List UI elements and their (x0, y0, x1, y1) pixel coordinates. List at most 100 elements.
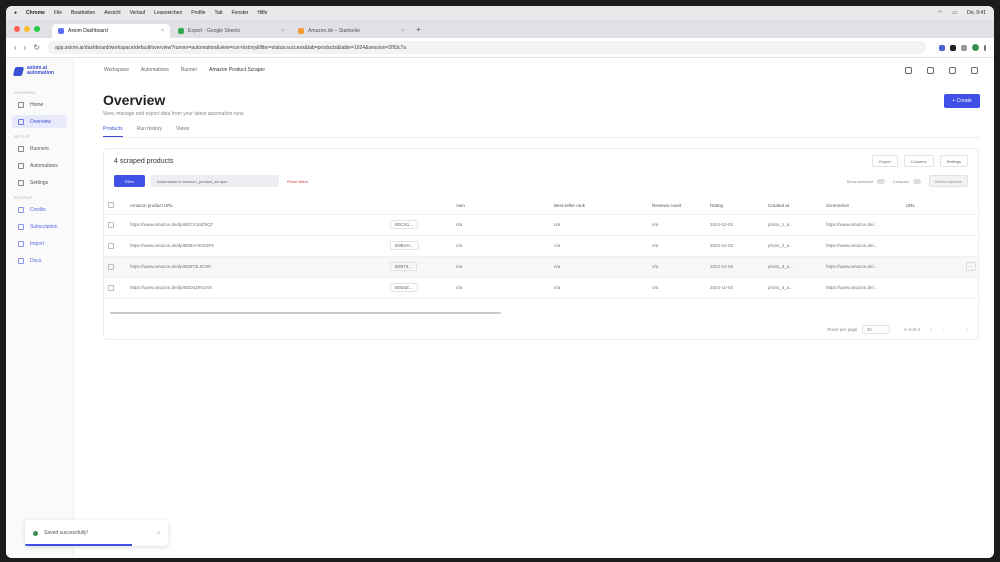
column-header[interactable]: Rating (706, 197, 764, 215)
asin-pill[interactable]: B0BVH... (390, 241, 419, 250)
breadcrumb-item[interactable]: Runner (181, 67, 197, 73)
close-tab-icon[interactable]: × (281, 28, 284, 34)
new-tab-icon[interactable]: + (416, 25, 421, 34)
table-row[interactable]: https://www.amazon.de/dp/B0CX1MZ9Q7 B0CX… (104, 214, 980, 236)
cell-url[interactable]: https://www.amazon.de/dp/B09T3L6C8R (126, 256, 386, 278)
back-icon[interactable]: ‹ (14, 43, 17, 52)
row-checkbox[interactable] (108, 242, 114, 249)
horizontal-scrollbar[interactable] (110, 312, 501, 314)
sidebar-item-overview[interactable]: Overview (12, 115, 67, 128)
menu-profiles[interactable]: Profile (191, 10, 205, 16)
close-tab-icon[interactable]: × (401, 28, 404, 34)
menubar-app[interactable]: Chrome (26, 10, 45, 16)
asin-pill[interactable]: B09T3... (390, 262, 418, 271)
column-header[interactable]: Created at (764, 197, 822, 215)
cell-screenshot[interactable]: photo_1_a... (764, 214, 822, 236)
breadcrumb-item[interactable]: Amazon Product Scraper (209, 67, 265, 73)
rows-per-page-select[interactable]: 25 (861, 325, 890, 334)
columns-button[interactable]: Columns (903, 155, 934, 167)
browser-tab[interactable]: Export · Google Sheets × (172, 24, 290, 38)
cell-screenshot[interactable]: photo_2_a... (764, 235, 822, 257)
cell-link[interactable]: https://www.amazon.de/... (822, 214, 902, 236)
menu-help[interactable]: Hilfe (257, 10, 267, 16)
menu-history[interactable]: Verlauf (130, 10, 146, 16)
puzzle-icon[interactable] (961, 44, 967, 51)
table-row[interactable]: https://www.amazon.de/dp/B0D4Z8N1XK B0D4… (104, 277, 980, 299)
compact-toggle[interactable] (912, 178, 921, 184)
sidebar-item-docs[interactable]: Docs (12, 254, 67, 267)
cell-url[interactable]: https://www.amazon.de/dp/B0D4Z8N1XK (126, 277, 386, 299)
browser-tab[interactable]: Amazon.de – Startseite × (292, 24, 410, 38)
filter-chip[interactable]: Automation is amazon_product_scraper (151, 175, 279, 187)
row-checkbox[interactable] (108, 263, 114, 270)
column-header[interactable]: Screenshot (822, 197, 902, 215)
tab-views[interactable]: Views (176, 126, 189, 137)
archived-toggle[interactable] (876, 178, 885, 184)
menu-tab[interactable]: Tab (214, 10, 222, 16)
sidebar-item-home[interactable]: Home (12, 98, 67, 111)
column-header[interactable]: URL (902, 197, 980, 215)
menu-window[interactable]: Fenster (232, 10, 249, 16)
table-row[interactable]: https://www.amazon.de/dp/B0BVHKW3P2 B0BV… (104, 235, 980, 257)
create-button[interactable]: + Create (944, 94, 980, 108)
breadcrumb-item[interactable]: Workspace (104, 67, 129, 73)
last-page-icon[interactable]: » (965, 327, 968, 332)
sidebar-item-credits[interactable]: Credits (12, 203, 67, 216)
export-button[interactable]: Export (872, 155, 898, 167)
extension-icon[interactable] (939, 44, 945, 51)
column-header[interactable]: Best seller rank (550, 197, 648, 215)
url-input[interactable]: app.axiom.ai/dashboard/workspace/default… (47, 41, 926, 54)
cell-link[interactable]: https://www.amazon.de/... (822, 277, 902, 299)
cell-link[interactable]: https://www.amazon.de/... (822, 235, 902, 257)
help-icon[interactable] (949, 66, 956, 74)
sidebar-item-subscription[interactable]: Subscription (12, 220, 67, 233)
wifi-icon[interactable]: ◠ (938, 10, 942, 16)
refresh-icon[interactable] (927, 66, 934, 74)
filter-button[interactable]: Filter (114, 175, 145, 187)
menu-edit[interactable]: Bearbeiten (71, 10, 95, 16)
cell-url[interactable]: https://www.amazon.de/dp/B0CX1MZ9Q7 (126, 214, 386, 236)
column-header[interactable]: Reviews count (648, 197, 706, 215)
select-columns-button[interactable]: Select columns (928, 175, 968, 187)
cell-screenshot[interactable]: photo_4_a... (764, 277, 822, 299)
cell-url[interactable]: https://www.amazon.de/dp/B0BVHKW3P2 (126, 235, 386, 257)
reload-icon[interactable]: ↻ (33, 43, 40, 52)
search-icon[interactable]: ⌕ (157, 530, 160, 536)
asin-pill[interactable]: B0CX1... (390, 220, 419, 229)
maximize-window-icon[interactable] (34, 26, 40, 32)
row-menu-icon[interactable]: ⋯ (966, 262, 976, 271)
apple-icon[interactable]: ● (14, 10, 17, 16)
row-checkbox[interactable] (108, 221, 114, 228)
select-all-checkbox[interactable] (108, 202, 114, 209)
menu-bookmarks[interactable]: Lesezeichen (154, 10, 182, 16)
close-window-icon[interactable] (14, 26, 20, 32)
column-header[interactable]: Amazon product URL (126, 197, 386, 215)
battery-icon[interactable]: ▭ (952, 10, 957, 16)
extension-icon[interactable] (950, 44, 956, 51)
bell-icon[interactable] (905, 66, 912, 74)
row-checkbox[interactable] (108, 284, 114, 291)
prev-page-icon[interactable]: ‹ (942, 327, 944, 332)
settings-button[interactable]: Settings (939, 155, 968, 167)
sidebar-item-settings[interactable]: Settings (12, 176, 67, 189)
forward-icon[interactable]: › (24, 43, 27, 52)
next-page-icon[interactable]: › (954, 327, 956, 332)
sidebar-item-import[interactable]: Import (12, 237, 67, 250)
user-icon[interactable] (971, 66, 978, 74)
tab-products[interactable]: Products (103, 126, 123, 137)
breadcrumb-item[interactable]: Automations (141, 67, 169, 73)
menu-file[interactable]: File (54, 10, 62, 16)
profile-avatar[interactable] (972, 44, 979, 51)
table-row[interactable]: https://www.amazon.de/dp/B09T3L6C8R B09T… (104, 256, 980, 278)
first-page-icon[interactable]: « (930, 327, 933, 332)
menubar-clock[interactable]: Do. 9:41 (967, 10, 986, 16)
column-header[interactable]: Asin (452, 197, 550, 215)
sidebar-item-runners[interactable]: Runners (12, 142, 67, 155)
reset-filters-link[interactable]: Reset filters (287, 179, 308, 184)
browser-tab[interactable]: Axiom Dashboard × (52, 24, 170, 38)
tab-run-history[interactable]: Run history (137, 126, 162, 137)
asin-pill[interactable]: B0D4Z... (390, 283, 418, 292)
app-logo[interactable]: axiom.ai automation (12, 66, 67, 76)
minimize-window-icon[interactable] (24, 26, 30, 32)
cell-screenshot[interactable]: photo_3_a... (764, 256, 822, 278)
